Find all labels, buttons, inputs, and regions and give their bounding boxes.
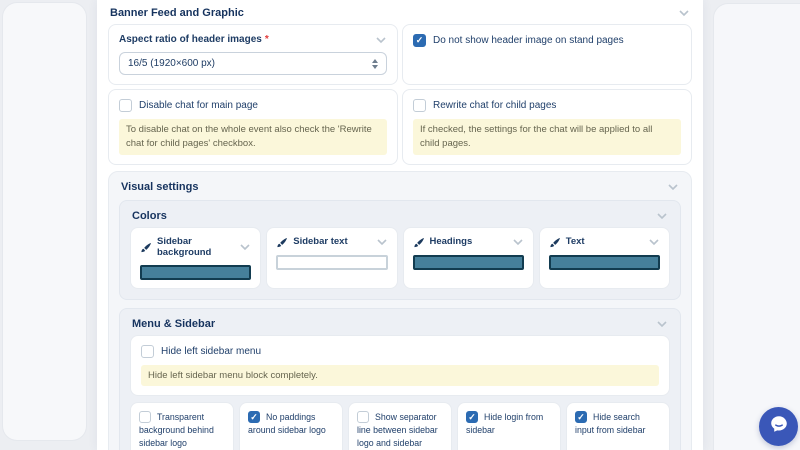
colors-header[interactable]: Colors [130,203,670,227]
visual-settings-title: Visual settings [121,181,198,193]
hide-left-sidebar-card: Hide left sidebar menu Hide left sidebar… [130,335,670,397]
chat-launcher-button[interactable] [759,407,798,446]
aspect-ratio-select[interactable]: 16/5 (1920×600 px) [119,52,387,75]
rewrite-chat-hint: If checked, the settings for the chat wi… [413,119,681,155]
menu-sidebar-header[interactable]: Menu & Sidebar [130,311,670,335]
aspect-ratio-card: Aspect ratio of header images * 16/5 (19… [108,24,398,85]
hide-left-sidebar-checkbox[interactable] [141,345,154,358]
color-card-text: Text [539,227,670,289]
stand-pages-checkbox[interactable] [413,34,426,47]
rewrite-chat-checkbox[interactable] [413,99,426,112]
chevron-down-icon[interactable] [375,36,387,44]
color-swatch[interactable] [276,255,387,270]
option-label: Show separator line between sidebar logo… [357,412,438,450]
rewrite-chat-card: Rewrite chat for child pages If checked,… [402,89,692,165]
disable-chat-hint: To disable chat on the whole event also … [119,119,387,155]
aspect-ratio-value: 16/5 (1920×600 px) [128,58,215,69]
colors-title: Colors [132,210,167,222]
stand-pages-label: Do not show header image on stand pages [433,35,624,46]
menu-sidebar-title: Menu & Sidebar [132,318,215,330]
color-swatch[interactable] [413,255,524,270]
stand-pages-card: Do not show header image on stand pages [402,24,692,85]
chevron-down-icon[interactable] [376,238,388,246]
section-banner-title: Banner Feed and Graphic [110,7,244,19]
background-panel-right [714,4,800,450]
chevron-down-icon[interactable] [648,238,660,246]
color-card-sidebar-text: Sidebar text [266,227,397,289]
banner-row-2: Disable chat for main page To disable ch… [108,89,692,165]
chevron-down-icon[interactable] [667,183,679,191]
chevron-down-icon[interactable] [656,212,668,220]
required-asterisk: * [265,34,269,45]
chevron-down-icon[interactable] [239,243,251,251]
color-card-label: Text [566,236,585,247]
chevron-down-icon[interactable] [678,9,690,17]
disable-chat-checkbox[interactable] [119,99,132,112]
color-swatch[interactable] [549,255,660,270]
option-hide-login: Hide login from sidebar [457,402,561,450]
sidebar-options-row-1: Transparent background behind sidebar lo… [130,402,670,450]
visual-settings-header[interactable]: Visual settings [119,174,681,198]
select-arrows-icon [372,59,378,69]
color-card-label: Sidebar text [293,236,347,247]
option-hide-search: Hide search input from sidebar [566,402,670,450]
menu-sidebar-panel: Menu & Sidebar Hide left sidebar menu Hi… [119,308,681,450]
visual-settings-panel: Visual settings Colors Sideba [108,171,692,450]
hide-left-sidebar-hint: Hide left sidebar menu block completely. [141,365,659,387]
color-card-label: Sidebar background [157,236,239,258]
color-card-headings: Headings [403,227,534,289]
banner-row-1: Aspect ratio of header images * 16/5 (19… [108,24,692,85]
color-card-label: Headings [430,236,473,247]
section-banner-header[interactable]: Banner Feed and Graphic [108,0,692,24]
option-checkbox[interactable] [575,411,587,423]
aspect-ratio-label: Aspect ratio of header images [119,34,262,45]
chevron-down-icon[interactable] [656,320,668,328]
option-checkbox[interactable] [357,411,369,423]
chevron-down-icon[interactable] [512,238,524,246]
brush-icon [140,241,152,253]
option-transparent-logo-bg: Transparent background behind sidebar lo… [130,402,234,450]
color-swatch[interactable] [140,265,251,280]
brush-icon [549,236,561,248]
brush-icon [276,236,288,248]
hide-left-sidebar-label: Hide left sidebar menu [161,346,261,357]
option-separator-line: Show separator line between sidebar logo… [348,402,452,450]
brush-icon [413,236,425,248]
option-checkbox[interactable] [248,411,260,423]
settings-modal: Banner Feed and Graphic Aspect ratio of … [97,0,703,450]
option-no-paddings-logo: No paddings around sidebar logo [239,402,343,450]
rewrite-chat-label: Rewrite chat for child pages [433,100,556,111]
background-panel-left [3,3,86,440]
chat-bubble-icon [768,413,790,440]
color-card-sidebar-background: Sidebar background [130,227,261,289]
disable-chat-label: Disable chat for main page [139,100,258,111]
colors-panel: Colors Sidebar background [119,200,681,300]
disable-chat-card: Disable chat for main page To disable ch… [108,89,398,165]
option-checkbox[interactable] [139,411,151,423]
color-cards-row: Sidebar background Sidebar text [130,227,670,289]
option-checkbox[interactable] [466,411,478,423]
